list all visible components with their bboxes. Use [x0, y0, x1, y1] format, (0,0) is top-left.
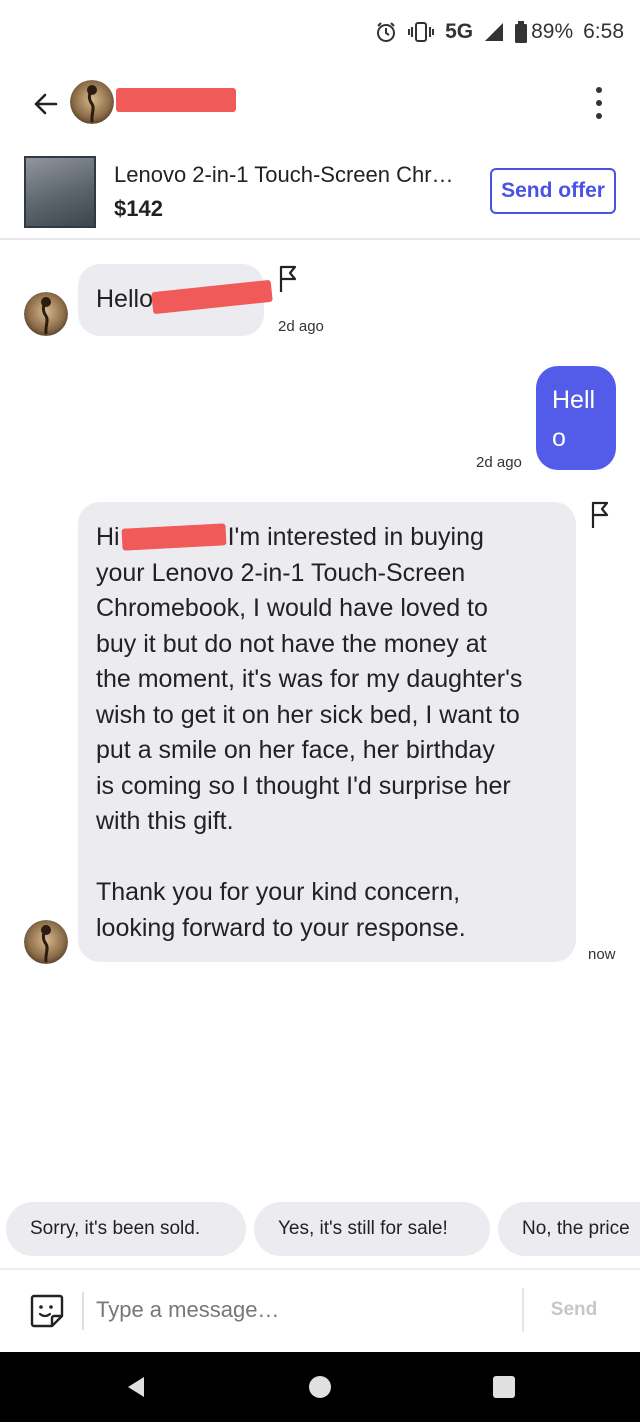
- quick-reply-chip[interactable]: Sorry, it's been sold.: [6, 1202, 246, 1256]
- seller-avatar[interactable]: [70, 80, 114, 124]
- composer-divider: [82, 1292, 84, 1330]
- quick-replies: Sorry, it's been sold. Yes, it's still f…: [0, 1202, 640, 1256]
- message-input[interactable]: [96, 1288, 496, 1332]
- status-icons: 5G 89% 6:58: [375, 20, 624, 44]
- message-text-line: the moment, it's was for my daughter's: [96, 665, 523, 693]
- report-flag-icon[interactable]: [588, 500, 614, 530]
- sticker-icon[interactable]: [28, 1292, 66, 1330]
- battery-percent: 89%: [531, 20, 574, 43]
- message-greeting: Hi: [96, 523, 120, 551]
- message-text-line: looking forward to your response.: [96, 913, 466, 942]
- redacted-name: [116, 88, 236, 112]
- sender-avatar[interactable]: [24, 920, 68, 964]
- message-text-line: put a smile on her face, her birthday: [96, 736, 495, 764]
- status-bar: 5G 89% 6:58: [0, 0, 640, 62]
- listing-header[interactable]: Lenovo 2-in-1 Touch-Screen Chr… $142 Sen…: [0, 146, 640, 240]
- message-composer: Send: [0, 1268, 640, 1352]
- network-type: 5G: [445, 20, 474, 43]
- message-body: Hi I'm interested in buying your Lenovo 2…: [96, 520, 566, 946]
- message-time: now: [588, 946, 616, 963]
- message-text-line: Thank you for your kind concern,: [96, 878, 461, 906]
- message-text-line: is coming so I thought I'd surprise her: [96, 771, 511, 800]
- back-arrow-icon[interactable]: [26, 84, 66, 124]
- send-offer-button[interactable]: Send offer: [490, 168, 616, 214]
- message-text-line: wish to get it on her sick bed, I want t…: [96, 700, 520, 729]
- message-text-line: with this gift.: [96, 807, 234, 835]
- nav-recents-icon[interactable]: [490, 1373, 518, 1401]
- message-text-line: o: [552, 424, 566, 452]
- listing-price: $142: [114, 196, 163, 221]
- composer-divider: [522, 1288, 524, 1332]
- message-time: 2d ago: [476, 454, 522, 471]
- listing-title: Lenovo 2-in-1 Touch-Screen Chr…: [114, 162, 454, 187]
- message-text-line: your Lenovo 2-in-1 Touch-Screen: [96, 558, 466, 587]
- nav-home-icon[interactable]: [306, 1373, 334, 1401]
- message-text-line: Chromebook, I would have loved to: [96, 594, 488, 622]
- battery-status: 89%: [515, 20, 573, 44]
- message-bubble-incoming[interactable]: Hi I'm interested in buying your Lenovo 2…: [78, 502, 576, 962]
- system-nav-bar: [0, 1352, 640, 1422]
- nav-back-icon[interactable]: [122, 1373, 150, 1401]
- alarm-icon: [377, 22, 396, 42]
- send-button[interactable]: Send: [534, 1292, 614, 1328]
- vibrate-icon: [408, 22, 435, 42]
- message-time: 2d ago: [278, 318, 324, 335]
- sender-avatar[interactable]: [24, 292, 68, 336]
- clock: 6:58: [583, 20, 624, 43]
- message-bubble-outgoing[interactable]: Hell o: [536, 366, 616, 470]
- message-text-line: Hell: [552, 386, 596, 414]
- more-vertical-icon[interactable]: [584, 80, 614, 126]
- quick-reply-chip[interactable]: No, the price: [498, 1202, 640, 1256]
- report-flag-icon[interactable]: [276, 264, 302, 294]
- message-text: Hello: [96, 285, 153, 313]
- message-text-line: buy it but do not have the money at: [96, 629, 487, 658]
- quick-reply-chip[interactable]: Yes, it's still for sale!: [254, 1202, 490, 1256]
- signal-icon: [485, 23, 504, 41]
- listing-thumbnail[interactable]: [24, 156, 96, 228]
- message-text-line: I'm interested in buying: [227, 523, 484, 551]
- battery-icon: [515, 21, 528, 43]
